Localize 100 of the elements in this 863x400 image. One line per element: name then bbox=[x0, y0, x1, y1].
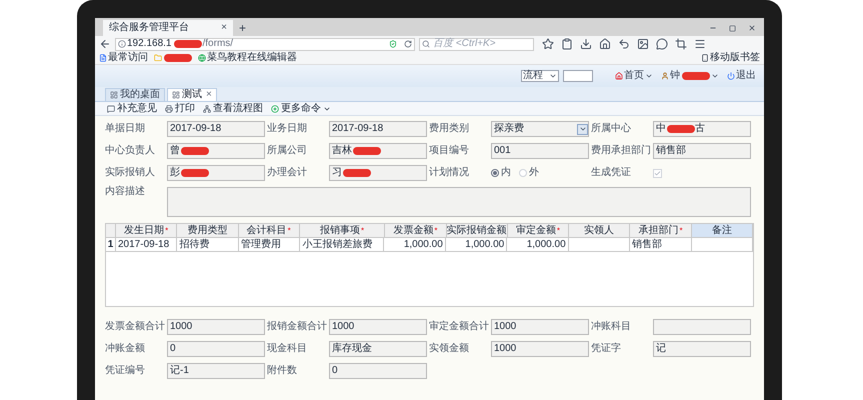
input-field[interactable]: 销售部 bbox=[653, 143, 751, 159]
input-field[interactable]: 2017-09-18 bbox=[329, 121, 427, 137]
input-field[interactable] bbox=[653, 319, 751, 335]
table-cell: 销售部 bbox=[630, 238, 692, 251]
star-icon[interactable] bbox=[542, 38, 554, 50]
column-header[interactable]: 实领人 bbox=[569, 224, 630, 237]
download-icon[interactable] bbox=[580, 38, 592, 50]
column-header[interactable]: 备注 bbox=[692, 224, 753, 237]
input-field[interactable]: 记 bbox=[653, 341, 751, 357]
toolbar-button[interactable]: 更多命令 bbox=[271, 104, 331, 114]
table-cell: 小王报销差旅费 bbox=[300, 238, 384, 251]
input-field[interactable]: 彭 bbox=[167, 165, 265, 181]
input-field[interactable]: 1000 bbox=[491, 341, 589, 357]
close-icon[interactable] bbox=[748, 24, 756, 32]
image-icon[interactable] bbox=[637, 38, 649, 50]
field-label: 项目编号 bbox=[429, 146, 470, 156]
select-field[interactable]: 探亲费 bbox=[491, 121, 589, 137]
toolbar-button[interactable]: 补充意见 bbox=[107, 104, 157, 114]
column-header[interactable]: 会计科目* bbox=[238, 224, 300, 237]
toolbar-button[interactable]: 查看流程图 bbox=[203, 104, 263, 114]
phone-icon bbox=[701, 54, 709, 62]
browser-tab[interactable]: 综合服务管理平台 × bbox=[103, 20, 233, 36]
row-number: 1 bbox=[106, 238, 116, 251]
menu-icon[interactable] bbox=[694, 38, 706, 50]
back-icon[interactable] bbox=[99, 38, 111, 50]
bookmark[interactable]: 菜鸟教程在线编辑器 bbox=[198, 53, 297, 63]
page-tab[interactable]: 测试 × bbox=[167, 88, 217, 101]
toolbar-button[interactable]: 打印 bbox=[165, 104, 195, 114]
info-icon bbox=[118, 40, 126, 48]
description-field[interactable] bbox=[167, 187, 751, 217]
redaction-mark bbox=[174, 40, 202, 48]
table-cell: 管理费用 bbox=[238, 238, 300, 251]
input-field[interactable]: 0 bbox=[329, 363, 427, 379]
radio-option[interactable]: 内 bbox=[491, 168, 511, 178]
field-label: 报销金额合计 bbox=[267, 322, 328, 332]
input-field[interactable] bbox=[563, 70, 593, 82]
maximize-icon[interactable] bbox=[729, 24, 736, 32]
input-field[interactable]: 中 古 bbox=[653, 121, 751, 137]
required-mark: * bbox=[360, 226, 364, 234]
field-label: 现金科目 bbox=[267, 344, 308, 354]
page-tab[interactable]: 我的桌面 bbox=[105, 88, 165, 101]
flowchart-icon bbox=[203, 104, 211, 112]
input-field[interactable]: 习 bbox=[329, 165, 427, 181]
new-tab-button[interactable]: + bbox=[233, 22, 252, 36]
input-field[interactable]: 曾 bbox=[167, 143, 265, 159]
process-select[interactable]: 流程 bbox=[521, 70, 559, 82]
home-icon bbox=[615, 72, 623, 80]
column-header[interactable]: 实际报销金额 bbox=[446, 224, 508, 237]
field-label: 凭证字 bbox=[591, 344, 622, 354]
bookmark[interactable]: 最常访问 bbox=[99, 53, 148, 63]
input-field[interactable]: 1000 bbox=[491, 319, 589, 335]
required-mark: * bbox=[288, 226, 291, 234]
shield-icon bbox=[389, 40, 397, 48]
field-label: 内容描述 bbox=[105, 187, 146, 199]
folder-icon bbox=[154, 54, 162, 62]
bookmark[interactable]: 移动版书签 bbox=[701, 53, 760, 63]
radio-option[interactable]: 外 bbox=[519, 168, 539, 178]
undo-icon[interactable] bbox=[618, 38, 630, 50]
home-icon[interactable] bbox=[599, 38, 611, 50]
table-cell: 2017-09-18 bbox=[116, 238, 178, 251]
field-label: 实领金额 bbox=[429, 344, 470, 354]
input-field[interactable]: 2017-09-18 bbox=[167, 121, 265, 137]
checkbox[interactable] bbox=[653, 168, 662, 178]
column-header[interactable]: 报销事项* bbox=[300, 224, 386, 237]
input-field[interactable]: 库存现金 bbox=[329, 341, 427, 357]
input-field[interactable]: 1000 bbox=[329, 319, 427, 335]
speech-bubble-icon[interactable] bbox=[656, 38, 668, 50]
crop-icon[interactable] bbox=[675, 38, 687, 50]
field-label: 所属中心 bbox=[591, 124, 632, 134]
reload-icon[interactable] bbox=[404, 40, 412, 48]
field-label: 冲账科目 bbox=[591, 322, 632, 332]
globe-icon bbox=[198, 54, 206, 62]
column-header[interactable]: 发生日期* bbox=[116, 224, 178, 237]
field-label: 计划情况 bbox=[429, 168, 470, 178]
field-label: 发票金额合计 bbox=[105, 322, 166, 332]
required-mark: * bbox=[556, 226, 560, 234]
column-header[interactable]: 审定金额* bbox=[508, 224, 570, 237]
user-menu[interactable]: 钟 bbox=[661, 71, 719, 81]
table-cell: 招待费 bbox=[177, 238, 239, 251]
bookmark[interactable] bbox=[154, 54, 192, 62]
input-field[interactable]: 记-1 bbox=[167, 363, 265, 379]
field-label: 业务日期 bbox=[267, 124, 308, 134]
field-label: 生成凭证 bbox=[591, 168, 632, 178]
user-icon bbox=[661, 72, 669, 80]
column-header[interactable]: 费用类型 bbox=[177, 224, 239, 237]
input-field[interactable]: 1000 bbox=[167, 319, 265, 335]
field-label: 审定金额合计 bbox=[429, 322, 490, 332]
address-bar[interactable]: 192.168.1 /forms/ bbox=[115, 38, 415, 50]
required-mark: * bbox=[679, 226, 683, 234]
field-label: 中心负责人 bbox=[105, 146, 156, 156]
field-label: 办理会计 bbox=[267, 168, 308, 178]
input-field[interactable]: 吉林 bbox=[329, 143, 427, 159]
input-field[interactable]: 001 bbox=[491, 143, 589, 159]
input-field[interactable]: 0 bbox=[167, 341, 265, 357]
column-header[interactable]: 发票金额* bbox=[385, 224, 447, 237]
redaction-mark bbox=[682, 72, 710, 80]
logout-link[interactable]: 退出 bbox=[727, 71, 756, 81]
close-tab-button[interactable]: × bbox=[206, 90, 212, 100]
clipboard-icon[interactable] bbox=[561, 38, 573, 50]
home-link[interactable]: 首页 bbox=[615, 71, 653, 81]
